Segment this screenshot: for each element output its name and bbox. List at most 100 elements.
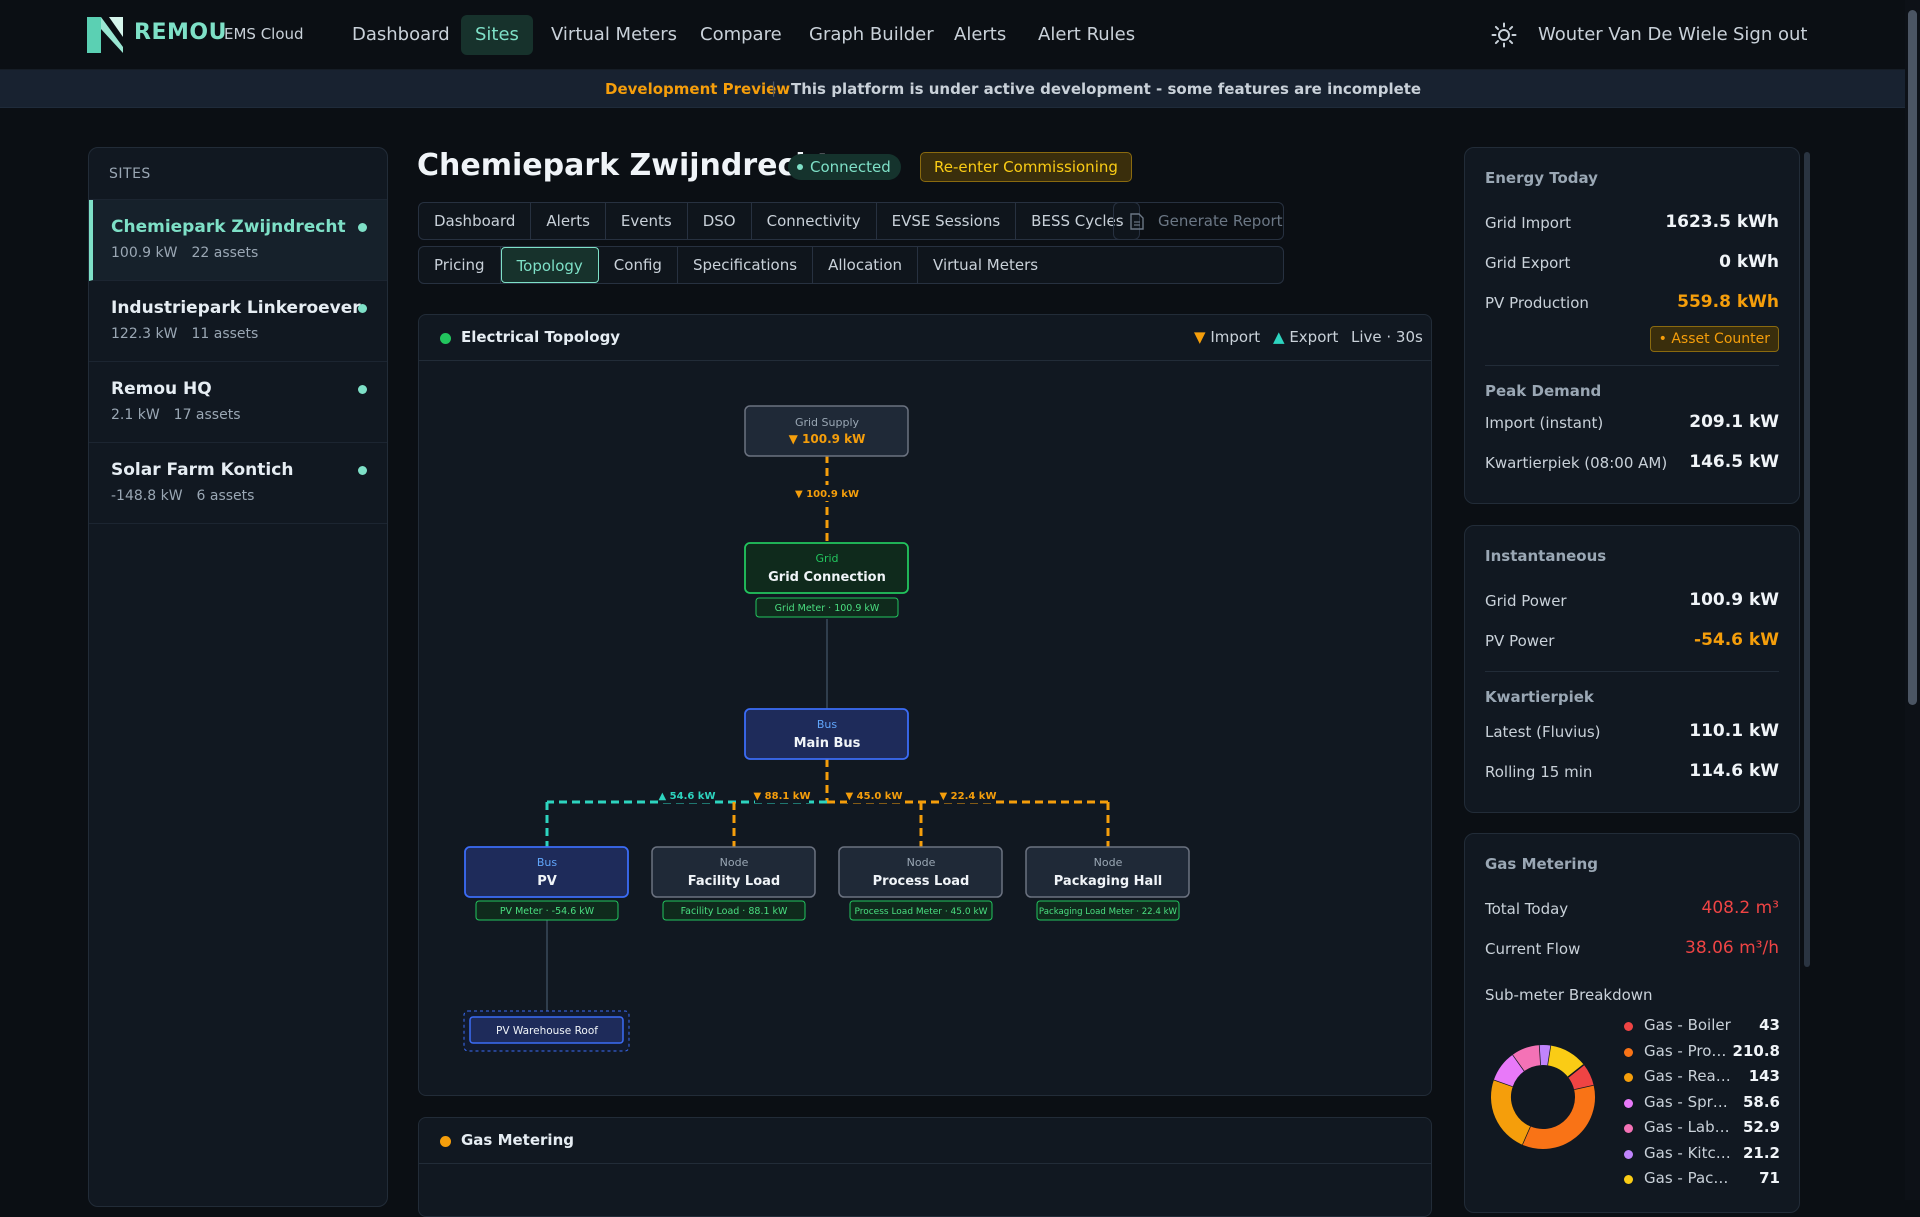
tab-connectivity[interactable]: Connectivity bbox=[752, 203, 877, 239]
re-enter-commissioning-button[interactable]: Re-enter Commissioning bbox=[920, 152, 1132, 182]
tab-pricing[interactable]: Pricing bbox=[419, 247, 501, 283]
gas-donut-slice[interactable] bbox=[1567, 1064, 1594, 1091]
gas-legend-item[interactable]: Gas - Process210.8 bbox=[1624, 1042, 1780, 1062]
gas-legend-item[interactable]: Gas - Laboratory 52.9 bbox=[1624, 1118, 1780, 1138]
nav-virtual-meters[interactable]: Virtual Meters bbox=[537, 15, 691, 55]
process-load-node[interactable] bbox=[838, 846, 1003, 898]
rolling-15min-label: Rolling 15 min bbox=[1485, 763, 1593, 781]
gas-panel-header: Gas Metering bbox=[419, 1118, 1431, 1164]
pv-node-name: PV bbox=[537, 874, 557, 889]
top-navigation: REMOU EMS Cloud Dashboard Sites Virtual … bbox=[0, 0, 1920, 70]
gas-donut-slice[interactable] bbox=[1493, 1054, 1525, 1087]
gas-donut-slice[interactable] bbox=[1512, 1045, 1542, 1072]
gas-legend-item[interactable]: Gas - Spray Dryer 58.6 bbox=[1624, 1093, 1780, 1113]
nav-sites[interactable]: Sites bbox=[461, 15, 533, 55]
site-item-solar-farm-kontich[interactable]: Solar Farm Kontich -148.8 kW 6 assets bbox=[89, 443, 387, 524]
asset-counter-badge[interactable]: • Asset Counter bbox=[1649, 326, 1779, 352]
nav-alert-rules[interactable]: Alert Rules bbox=[1024, 15, 1149, 55]
gas-legend-value: 43 bbox=[1759, 1016, 1780, 1034]
pv-power-value: -54.6 kW bbox=[1694, 630, 1779, 650]
site-item-remou-hq[interactable]: Remou HQ 2.1 kW 17 assets bbox=[89, 362, 387, 443]
nav-alerts[interactable]: Alerts bbox=[940, 15, 1020, 55]
gas-status-dot bbox=[440, 1136, 451, 1147]
site-assets: 6 assets bbox=[196, 488, 255, 504]
tab-config[interactable]: Config bbox=[599, 247, 678, 283]
tab-specifications[interactable]: Specifications bbox=[678, 247, 814, 283]
gas-legend-name: Gas - Reactor bbox=[1644, 1067, 1734, 1085]
nav-compare[interactable]: Compare bbox=[686, 15, 796, 55]
latest-fluvius-label: Latest (Fluvius) bbox=[1485, 723, 1601, 741]
sub-meter-breakdown-title: Sub-meter Breakdown bbox=[1485, 986, 1653, 1004]
import-instant-label: Import (instant) bbox=[1485, 414, 1604, 432]
grid-connection-node[interactable] bbox=[744, 542, 909, 594]
gas-legend-item[interactable]: Gas - Reactor 143 bbox=[1624, 1067, 1780, 1087]
site-item-chemiepark-zwijndrecht[interactable]: Chemiepark Zwijndrecht 100.9 kW 22 assets bbox=[89, 200, 387, 281]
gas-legend-item[interactable]: Gas - Packaging 71 bbox=[1624, 1169, 1780, 1189]
document-icon bbox=[1130, 213, 1144, 230]
current-flow-label: Current Flow bbox=[1485, 940, 1581, 958]
pv-asset-label: PV Warehouse Roof bbox=[496, 1025, 598, 1037]
grid-supply-label: Grid Supply bbox=[795, 416, 860, 429]
site-assets: 11 assets bbox=[191, 326, 259, 342]
tab-events[interactable]: Events bbox=[606, 203, 688, 239]
pv-node-type: Bus bbox=[537, 856, 558, 869]
gas-donut-slice[interactable] bbox=[1547, 1045, 1584, 1078]
grid-power-value: 100.9 kW bbox=[1689, 590, 1779, 610]
tab-allocation[interactable]: Allocation bbox=[813, 247, 919, 283]
gas-legend-dot bbox=[1624, 1175, 1633, 1184]
main-bus-node[interactable] bbox=[744, 708, 909, 760]
process-node-name: Process Load bbox=[873, 874, 970, 889]
generate-report-button[interactable]: Generate Report bbox=[1113, 202, 1284, 240]
tab-evse-sessions[interactable]: EVSE Sessions bbox=[877, 203, 1017, 239]
gas-donut-slice[interactable] bbox=[1539, 1045, 1552, 1066]
gas-donut-slice[interactable] bbox=[1491, 1079, 1531, 1145]
sun-icon[interactable] bbox=[1491, 22, 1517, 48]
nav-dashboard[interactable]: Dashboard bbox=[338, 15, 464, 55]
grid-import-label: Grid Import bbox=[1485, 214, 1572, 232]
rolling-15min-value: 114.6 kW bbox=[1689, 761, 1779, 781]
remou-logo-icon[interactable] bbox=[87, 17, 123, 53]
tab-dso[interactable]: DSO bbox=[688, 203, 752, 239]
sites-sidebar: SITES Chemiepark Zwijndrecht 100.9 kW 22 … bbox=[88, 147, 388, 1207]
tab-dashboard[interactable]: Dashboard bbox=[419, 203, 532, 239]
nav-graph-builder[interactable]: Graph Builder bbox=[795, 15, 948, 55]
page-title: Chemiepark Zwijndrecht bbox=[417, 148, 832, 183]
tab-topology[interactable]: Topology bbox=[500, 247, 599, 283]
gas-legend-value: 21.2 bbox=[1742, 1143, 1780, 1162]
energy-today-card: Energy Today Grid Import 1623.5 kWh Grid… bbox=[1464, 147, 1800, 504]
legend-export: ▲ Export bbox=[1273, 328, 1338, 346]
brand-subtitle: EMS Cloud bbox=[224, 25, 304, 43]
gas-legend-name: Gas - Packaging bbox=[1644, 1169, 1734, 1187]
packaging-hall-node[interactable] bbox=[1025, 846, 1190, 898]
pv-meter-label: PV Meter · -54.6 kW bbox=[500, 906, 595, 917]
gas-legend-item[interactable]: Gas - Boiler 43 bbox=[1624, 1016, 1780, 1036]
gas-legend-value: 210.8 bbox=[1732, 1041, 1780, 1060]
brand-name[interactable]: REMOU bbox=[134, 20, 227, 45]
site-power: 2.1 kW bbox=[111, 407, 160, 423]
gas-breakdown-donut-chart[interactable] bbox=[1488, 1042, 1598, 1152]
tab-alerts[interactable]: Alerts bbox=[531, 203, 606, 239]
grid-node-name: Grid Connection bbox=[768, 570, 886, 585]
tabs-row-primary: Dashboard Alerts Events DSO Connectivity… bbox=[418, 202, 1140, 240]
facility-load-node[interactable] bbox=[651, 846, 816, 898]
development-banner: Development Preview | This platform is u… bbox=[0, 70, 1920, 108]
tab-virtual-meters[interactable]: Virtual Meters bbox=[918, 247, 1053, 283]
kwartierpiek-value: 146.5 kW bbox=[1689, 452, 1779, 472]
facility-flow-label: ▼ 88.1 kW bbox=[753, 791, 810, 802]
site-name: Industriepark Linkeroever bbox=[111, 298, 361, 318]
grid-supply-value: ▼ 100.9 kW bbox=[789, 432, 866, 446]
site-item-industriepark-linkeroever[interactable]: Industriepark Linkeroever 122.3 kW 11 ass… bbox=[89, 281, 387, 362]
legend-import-label: Import bbox=[1210, 328, 1261, 346]
pv-bus-node[interactable] bbox=[464, 846, 629, 898]
sidebar-header: SITES bbox=[89, 148, 387, 200]
page-scrollbar-thumb[interactable] bbox=[1908, 10, 1917, 705]
gas-donut-slice[interactable] bbox=[1522, 1085, 1595, 1149]
topology-diagram[interactable]: Grid Supply ▼ 100.9 kW ▼ 100.9 kW Grid G… bbox=[419, 361, 1432, 1096]
user-name[interactable]: Wouter Van De Wiele bbox=[1538, 24, 1728, 45]
site-power: 122.3 kW bbox=[111, 326, 178, 342]
right-panel-scrollbar[interactable] bbox=[1804, 152, 1810, 967]
peak-demand-title: Peak Demand bbox=[1485, 382, 1602, 400]
grid-supply-node[interactable] bbox=[744, 405, 909, 457]
gas-legend-item[interactable]: Gas - Kitchen 21.2 bbox=[1624, 1144, 1780, 1164]
sign-out-link[interactable]: Sign out bbox=[1733, 24, 1807, 45]
